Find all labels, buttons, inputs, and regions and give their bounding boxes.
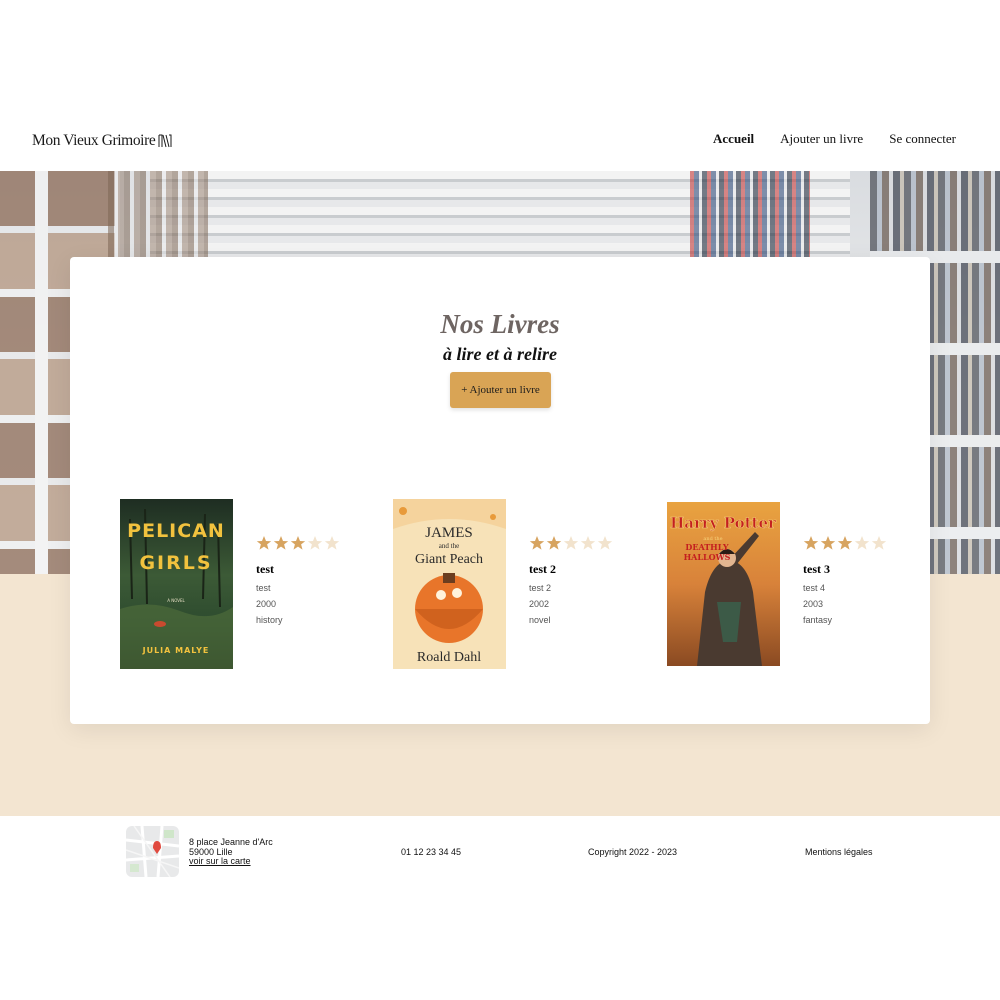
books-logo-icon xyxy=(158,134,172,148)
star-rating xyxy=(256,535,366,553)
star-empty-icon xyxy=(871,536,887,550)
book-author: test 2 xyxy=(529,583,552,593)
map-thumbnail[interactable] xyxy=(126,826,179,877)
star-empty-icon xyxy=(307,536,323,550)
cover-title-line: PELICAN xyxy=(127,520,225,542)
book-cover[interactable]: Harry Potter and the DEATHLY HALLOWS xyxy=(667,502,780,666)
star-rating xyxy=(803,535,913,553)
legal-notice-link[interactable]: Mentions légales xyxy=(805,847,873,857)
cover-title-line: Giant Peach xyxy=(415,552,483,567)
book-title: test 3 xyxy=(803,562,830,576)
site-header: Mon Vieux Grimoire Accueil Ajouter un li… xyxy=(0,0,1000,171)
nav-item-ajouter-un-livre[interactable]: Ajouter un livre xyxy=(780,131,863,147)
cover-title-line: and the xyxy=(439,542,459,550)
star-empty-icon xyxy=(580,536,596,550)
book-year: 2000 xyxy=(256,599,277,609)
cover-author: JULIA MALYE xyxy=(142,646,210,655)
star-empty-icon xyxy=(324,536,340,550)
page-subtitle: à lire et à relire xyxy=(443,344,557,364)
book-genre: history xyxy=(256,615,283,625)
site-footer: 8 place Jeanne d'Arc 59000 Lille voir su… xyxy=(0,816,1000,888)
logo[interactable]: Mon Vieux Grimoire xyxy=(32,132,172,150)
star-filled-icon xyxy=(256,536,272,550)
cover-title-line: DEATHLY xyxy=(685,542,728,552)
book-year: 2003 xyxy=(803,599,824,609)
book-cover-image: JAMES and the Giant Peach Roald Dahl xyxy=(393,499,506,669)
map-link[interactable]: voir sur la carte xyxy=(189,856,251,866)
cover-title-line: HALLOWS xyxy=(684,552,731,562)
book-cover[interactable]: PELICAN GIRLS A NOVEL JULIA MALYE xyxy=(120,499,233,669)
star-empty-icon xyxy=(854,536,870,550)
book-info: test test 2000 history xyxy=(256,535,366,625)
star-empty-icon xyxy=(563,536,579,550)
banner-shelf-mid-left xyxy=(108,171,208,261)
cover-title-line: JAMES xyxy=(425,525,473,541)
book-item[interactable]: JAMES and the Giant Peach Roald Dahl tes… xyxy=(393,499,633,669)
nav-item-accueil[interactable]: Accueil xyxy=(713,131,754,147)
star-filled-icon xyxy=(820,536,836,550)
book-title: test 2 xyxy=(529,562,556,576)
book-year: 2002 xyxy=(529,599,550,609)
map-icon xyxy=(126,826,179,877)
cover-title-line: Harry Potter xyxy=(670,514,777,532)
book-title: test xyxy=(256,562,274,576)
book-cover-image: Harry Potter and the DEATHLY HALLOWS xyxy=(667,502,780,666)
book-info: test 3 test 4 2003 fantasy xyxy=(803,535,913,625)
star-rating xyxy=(529,535,639,553)
add-book-button[interactable]: + Ajouter un livre xyxy=(450,372,551,408)
phone-number: 01 12 23 34 45 xyxy=(401,847,462,857)
book-cover[interactable]: JAMES and the Giant Peach Roald Dahl xyxy=(393,499,506,669)
star-filled-icon xyxy=(273,536,289,550)
address-block: 8 place Jeanne d'Arc 59000 Lille voir su… xyxy=(189,837,273,867)
book-cover-image: PELICAN GIRLS A NOVEL JULIA MALYE xyxy=(120,499,233,669)
copyright-text: Copyright 2022 - 2023 xyxy=(588,847,678,857)
book-item[interactable]: PELICAN GIRLS A NOVEL JULIA MALYE test t… xyxy=(120,499,360,669)
book-info: test 2 test 2 2002 novel xyxy=(529,535,639,625)
books-card: Nos Livres à lire et à relire + Ajouter … xyxy=(70,257,930,724)
book-author: test xyxy=(256,583,271,593)
book-author: test 4 xyxy=(803,583,826,593)
star-empty-icon xyxy=(597,536,613,550)
star-filled-icon xyxy=(803,536,819,550)
main-nav: Accueil Ajouter un livre Se connecter xyxy=(713,131,956,147)
book-item[interactable]: Harry Potter and the DEATHLY HALLOWS tes… xyxy=(667,499,907,669)
cover-tagline: A NOVEL xyxy=(167,598,185,603)
book-genre: fantasy xyxy=(803,615,833,625)
nav-item-se-connecter[interactable]: Se connecter xyxy=(889,131,956,147)
cover-author: Roald Dahl xyxy=(417,650,481,665)
star-filled-icon xyxy=(837,536,853,550)
star-filled-icon xyxy=(529,536,545,550)
star-filled-icon xyxy=(546,536,562,550)
banner-shelf-mid-right xyxy=(690,171,810,261)
star-filled-icon xyxy=(290,536,306,550)
book-genre: novel xyxy=(529,615,551,625)
page-title: Nos Livres xyxy=(440,309,560,339)
logo-text: Mon Vieux Grimoire xyxy=(32,132,156,149)
cover-title-line: GIRLS xyxy=(139,552,212,574)
